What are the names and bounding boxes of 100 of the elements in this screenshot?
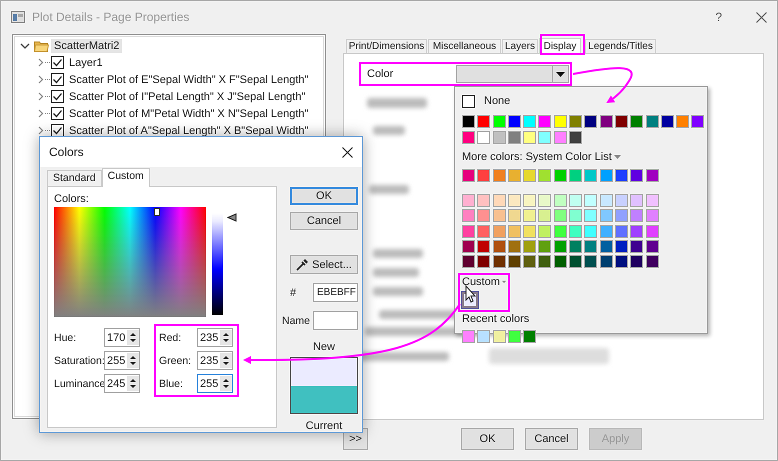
- more-colors-dropdown[interactable]: More colors: System Color List: [462, 151, 612, 163]
- color-swatch[interactable]: [538, 131, 552, 144]
- color-swatch[interactable]: [600, 224, 613, 238]
- spin-button-icon[interactable]: [220, 353, 232, 368]
- color-swatch[interactable]: [554, 255, 567, 268]
- color-swatch[interactable]: [646, 209, 659, 222]
- color-swatch[interactable]: [492, 194, 506, 207]
- slider-handle-icon[interactable]: [227, 213, 237, 222]
- color-swatch[interactable]: [508, 255, 521, 268]
- color-swatch[interactable]: [630, 255, 644, 268]
- color-swatch[interactable]: [523, 194, 536, 207]
- color-swatch[interactable]: [614, 169, 628, 182]
- color-swatch[interactable]: [508, 240, 521, 253]
- spin-button-icon[interactable]: [127, 376, 139, 391]
- tree-item[interactable]: Scatter Plot of I"Petal Length" X J"Sepal Length": [66, 90, 308, 104]
- tree-item[interactable]: Scatter Plot of E"Sepal Width" X F"Sepal Length": [66, 72, 312, 86]
- dropdown-caret-icon[interactable]: [502, 280, 506, 284]
- checkbox[interactable]: [51, 90, 64, 103]
- color-swatch[interactable]: [538, 169, 552, 182]
- color-swatch[interactable]: [600, 194, 613, 207]
- color-swatch[interactable]: [584, 240, 598, 253]
- tree-item[interactable]: ScatterMatri2: [51, 38, 122, 52]
- tree-item[interactable]: Scatter Plot of A"Sepal Length" X B"Sepal Width": [66, 124, 312, 138]
- color-swatch[interactable]: [569, 255, 582, 268]
- color-swatch[interactable]: [508, 224, 521, 238]
- color-swatch[interactable]: [614, 240, 628, 253]
- number-field[interactable]: 235: [197, 328, 233, 347]
- color-swatch[interactable]: [646, 255, 659, 268]
- color-swatch[interactable]: [584, 209, 598, 222]
- color-swatch[interactable]: [477, 209, 490, 222]
- color-swatch[interactable]: [508, 330, 521, 344]
- color-swatch[interactable]: [462, 255, 475, 268]
- color-swatch[interactable]: [569, 240, 582, 253]
- color-swatch[interactable]: [477, 115, 490, 128]
- color-dropdown[interactable]: [456, 65, 569, 83]
- color-swatch[interactable]: [523, 115, 536, 128]
- color-swatch[interactable]: [538, 240, 552, 253]
- color-swatch[interactable]: [477, 330, 490, 344]
- close-icon[interactable]: [756, 12, 767, 22]
- checkbox[interactable]: [51, 124, 64, 137]
- name-field[interactable]: [313, 311, 358, 330]
- spin-button-icon[interactable]: [127, 330, 139, 345]
- checkbox[interactable]: [51, 56, 64, 69]
- none-option[interactable]: None: [484, 95, 510, 107]
- color-swatch[interactable]: [676, 115, 690, 128]
- tab[interactable]: Standard: [47, 170, 102, 186]
- color-swatch[interactable]: [614, 224, 628, 238]
- color-swatch[interactable]: [523, 209, 536, 222]
- color-swatch[interactable]: [554, 209, 567, 222]
- color-swatch[interactable]: [646, 169, 659, 182]
- color-swatch[interactable]: [462, 169, 475, 182]
- number-field[interactable]: 170: [104, 328, 140, 347]
- checkbox[interactable]: [51, 107, 64, 120]
- color-swatch[interactable]: [554, 224, 567, 238]
- color-swatch[interactable]: [584, 115, 598, 128]
- color-swatch[interactable]: [646, 224, 659, 238]
- dialog-button[interactable]: OK: [461, 428, 514, 450]
- color-swatch[interactable]: [477, 255, 490, 268]
- color-swatch[interactable]: [554, 115, 567, 128]
- select-button[interactable]: Select...: [290, 255, 358, 274]
- color-swatch[interactable]: [569, 169, 582, 182]
- color-swatch[interactable]: [646, 194, 659, 207]
- custom-dropdown[interactable]: Custom: [462, 276, 500, 288]
- number-field[interactable]: 245: [104, 374, 140, 393]
- color-swatch[interactable]: [523, 240, 536, 253]
- color-swatch[interactable]: [462, 194, 475, 207]
- dialog-button[interactable]: Cancel: [525, 428, 578, 450]
- color-swatch[interactable]: [477, 240, 490, 253]
- color-swatch[interactable]: [538, 255, 552, 268]
- color-swatch[interactable]: [462, 115, 475, 128]
- color-swatch[interactable]: [630, 115, 644, 128]
- tab[interactable]: Layers: [502, 39, 538, 53]
- color-swatch[interactable]: [584, 255, 598, 268]
- hex-field[interactable]: EBEBFF: [313, 283, 358, 302]
- tree-item[interactable]: Scatter Plot of M"Petal Width" X N"Sepal Length": [66, 106, 312, 120]
- color-swatch[interactable]: [538, 115, 552, 128]
- color-swatch[interactable]: [630, 194, 644, 207]
- color-swatch[interactable]: [630, 240, 644, 253]
- tree-item[interactable]: Layer1: [66, 56, 106, 70]
- tab[interactable]: Legends/Titles: [585, 39, 656, 53]
- color-swatch[interactable]: [492, 255, 506, 268]
- close-icon[interactable]: [342, 146, 353, 158]
- color-swatch[interactable]: [477, 131, 490, 144]
- color-swatch[interactable]: [508, 169, 521, 182]
- spin-button-icon[interactable]: [220, 330, 232, 345]
- color-swatch[interactable]: [538, 224, 552, 238]
- color-swatch[interactable]: [584, 169, 598, 182]
- dropdown-caret-icon[interactable]: [614, 155, 621, 159]
- color-swatch[interactable]: [462, 209, 475, 222]
- color-swatch[interactable]: [508, 115, 521, 128]
- color-swatch[interactable]: [584, 194, 598, 207]
- color-swatch[interactable]: [660, 115, 674, 128]
- color-swatch[interactable]: [646, 240, 659, 253]
- dialog-button[interactable]: Cancel: [290, 212, 358, 230]
- color-swatch[interactable]: [600, 240, 613, 253]
- color-swatch[interactable]: [508, 131, 521, 144]
- color-swatch[interactable]: [508, 194, 521, 207]
- color-swatch[interactable]: [614, 194, 628, 207]
- color-swatch[interactable]: [600, 255, 613, 268]
- color-swatch[interactable]: [523, 131, 536, 144]
